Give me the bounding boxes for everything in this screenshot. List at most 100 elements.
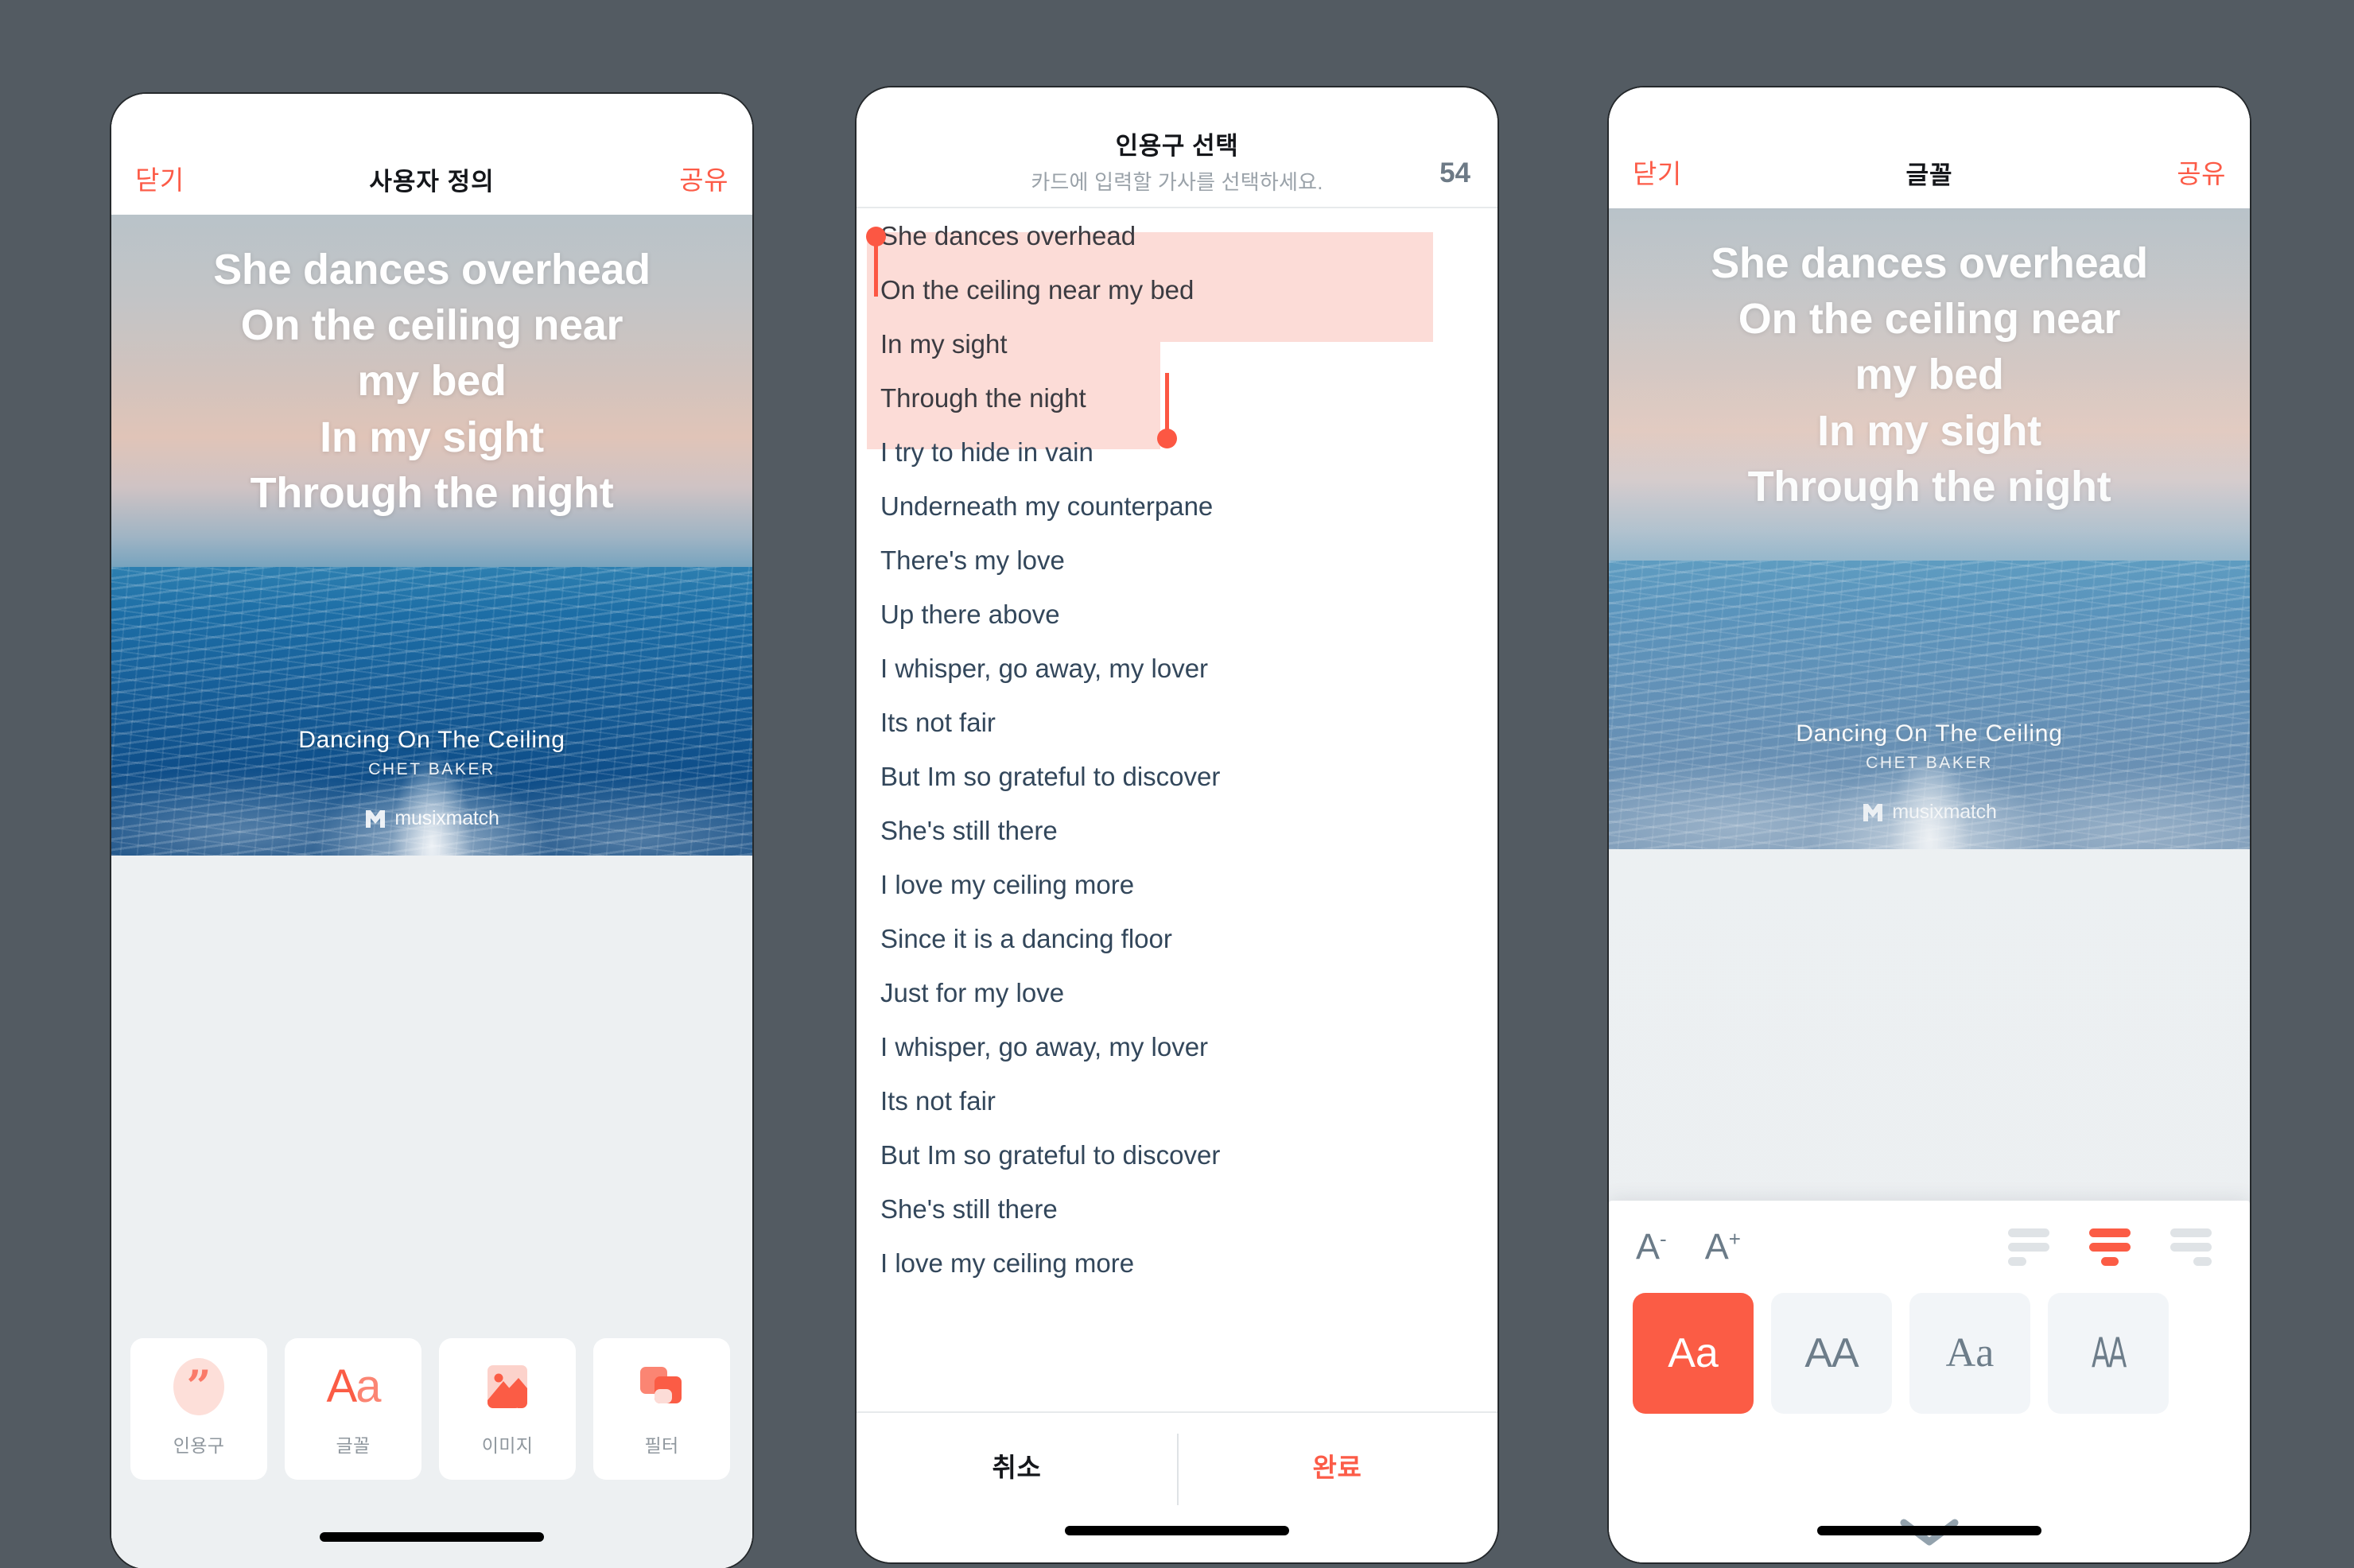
musixmatch-wordmark: musixmatch <box>394 807 499 829</box>
tool-label: 이미지 <box>481 1435 534 1456</box>
tool-label: 인용구 <box>173 1435 225 1456</box>
screen-font: 닫기 글꼴 공유 She dances overhead On the ceil… <box>1609 87 2250 1562</box>
tool-card-quote[interactable]: ” 인용구 <box>130 1338 267 1480</box>
font-tools-row: A- A+ <box>1609 1201 2250 1293</box>
screen-customize: 닫기 사용자 정의 공유 She dances overhead On the … <box>111 94 752 1568</box>
decrease-font-size-button[interactable]: A- <box>1636 1226 1667 1267</box>
card-lyric-line: She dances overhead <box>213 246 651 293</box>
phone-mock-customize: 닫기 사용자 정의 공유 She dances overhead On the … <box>111 94 752 1568</box>
lyric-list-item[interactable]: She's still there <box>857 817 1497 844</box>
cancel-button[interactable]: 취소 <box>857 1446 1177 1485</box>
lyric-list-item[interactable]: She dances overhead <box>857 223 1497 250</box>
image-icon <box>483 1360 532 1413</box>
collapse-sheet-button[interactable] <box>1609 1516 2250 1562</box>
phone-mock-font-sheet: 닫기 글꼴 공유 She dances overhead On the ceil… <box>1609 87 2250 1562</box>
tool-tray: ” 인용구 Aa 글꼴 <box>111 856 752 1568</box>
lyric-card-preview[interactable]: She dances overhead On the ceiling near … <box>1609 208 2250 849</box>
share-button[interactable]: 공유 <box>2177 153 2226 191</box>
card-lyric-line: On the ceiling near <box>1738 295 2121 343</box>
card-song-meta: Dancing On The Ceiling CHET BAKER <box>1609 720 2250 773</box>
lyric-selection-list[interactable]: She dances overhead On the ceiling near … <box>857 208 1497 1411</box>
song-title: Dancing On The Ceiling <box>298 727 565 753</box>
card-lyric-line: my bed <box>1855 351 2004 399</box>
page-title: 사용자 정의 <box>369 168 495 196</box>
navbar-font: 닫기 글꼴 공유 <box>1609 87 2250 208</box>
musixmatch-logo-icon <box>366 809 386 828</box>
home-indicator <box>320 1532 544 1542</box>
musixmatch-branding: musixmatch <box>111 807 752 830</box>
quote-icon: ” <box>173 1358 224 1415</box>
tool-card-image[interactable]: 이미지 <box>439 1338 576 1480</box>
filter-icon <box>637 1360 686 1413</box>
lyric-list-item[interactable]: But Im so grateful to discover <box>857 763 1497 790</box>
tool-card-font[interactable]: Aa 글꼴 <box>285 1338 421 1480</box>
font-settings-sheet: A- A+ Aa AA Aa AA <box>1609 1201 2250 1562</box>
footer-divider <box>1177 1434 1179 1505</box>
font-chip-sans-caps[interactable]: AA <box>1771 1293 1892 1414</box>
done-button[interactable]: 완료 <box>1177 1446 1497 1485</box>
lyric-list-item[interactable]: Its not fair <box>857 1088 1497 1115</box>
lyric-list-item[interactable]: She's still there <box>857 1196 1497 1223</box>
tool-card-filter[interactable]: 필터 <box>593 1338 730 1480</box>
tool-label: 필터 <box>644 1435 679 1456</box>
artist-name: CHET BAKER <box>1866 754 1993 772</box>
lyric-list-item[interactable]: Underneath my counterpane <box>857 493 1497 520</box>
font-chip-condensed[interactable]: AA <box>2048 1293 2169 1414</box>
lyric-card-preview[interactable]: She dances overhead On the ceiling near … <box>111 215 752 856</box>
lyric-list-item[interactable]: I try to hide in vain <box>857 439 1497 466</box>
share-button[interactable]: 공유 <box>679 159 728 197</box>
lyric-list-item[interactable]: Since it is a dancing floor <box>857 926 1497 953</box>
screenshot-stage: 닫기 사용자 정의 공유 She dances overhead On the … <box>0 0 2354 1568</box>
card-lyric-line: On the ceiling near <box>240 301 623 350</box>
align-center-icon[interactable] <box>2089 1228 2131 1266</box>
quote-picker-header: 인용구 선택 카드에 입력할 가사를 선택하세요. 54 <box>857 87 1497 208</box>
musixmatch-branding: musixmatch <box>1609 801 2250 824</box>
lyric-list-item[interactable]: I love my ceiling more <box>857 871 1497 898</box>
card-lyric-line: In my sight <box>320 413 544 461</box>
lyric-list-item[interactable]: In my sight <box>857 331 1497 358</box>
page-title: 인용구 선택 <box>1115 132 1239 160</box>
card-song-meta: Dancing On The Ceiling CHET BAKER <box>111 727 752 779</box>
font-aa-icon: Aa <box>326 1360 382 1412</box>
navbar-customize: 닫기 사용자 정의 공유 <box>111 94 752 215</box>
card-lyric-line: my bed <box>357 357 507 406</box>
page-subtitle: 카드에 입력할 가사를 선택하세요. <box>1031 170 1323 194</box>
lyric-list-item[interactable]: Its not fair <box>857 709 1497 736</box>
close-button[interactable]: 닫기 <box>135 159 185 197</box>
musixmatch-logo-icon <box>1863 803 1883 821</box>
tool-card-row[interactable]: ” 인용구 Aa 글꼴 <box>111 1338 752 1480</box>
tool-label: 글꼴 <box>336 1435 371 1456</box>
align-left-icon[interactable] <box>2008 1228 2049 1266</box>
text-alignment-group <box>2008 1228 2223 1266</box>
align-right-icon[interactable] <box>2170 1228 2212 1266</box>
song-title: Dancing On The Ceiling <box>1796 720 2063 747</box>
lyric-list-item[interactable]: I whisper, go away, my lover <box>857 1034 1497 1061</box>
font-chip-sans-selected[interactable]: Aa <box>1633 1293 1754 1414</box>
font-chip-row[interactable]: Aa AA Aa AA <box>1609 1293 2250 1414</box>
lyric-list-item[interactable]: Through the night <box>857 385 1497 412</box>
card-lyric-line: She dances overhead <box>1711 239 2148 287</box>
home-indicator <box>1817 1526 2041 1535</box>
musixmatch-wordmark: musixmatch <box>1892 801 1997 823</box>
quote-picker-footer: 취소 완료 <box>857 1411 1497 1562</box>
card-lyric-line: Through the night <box>250 468 614 517</box>
artist-name: CHET BAKER <box>368 760 495 778</box>
card-lyrics-text: She dances overhead On the ceiling near … <box>1609 235 2250 514</box>
font-chip-serif[interactable]: Aa <box>1909 1293 2030 1414</box>
lyric-list-item[interactable]: But Im so grateful to discover <box>857 1142 1497 1169</box>
character-count-badge: 54 <box>1439 157 1470 188</box>
page-title: 글꼴 <box>1905 161 1953 189</box>
phone-mock-quote-picker: 인용구 선택 카드에 입력할 가사를 선택하세요. 54 She dances … <box>857 87 1497 1562</box>
lyric-list-item[interactable]: I love my ceiling more <box>857 1250 1497 1277</box>
close-button[interactable]: 닫기 <box>1633 153 1682 191</box>
quote-picker-heading: 인용구 선택 카드에 입력할 가사를 선택하세요. <box>1031 126 1323 196</box>
card-lyric-line: In my sight <box>1817 406 2041 455</box>
lyric-list-item[interactable]: I whisper, go away, my lover <box>857 655 1497 682</box>
lyric-list-item[interactable]: There's my love <box>857 547 1497 574</box>
screen-quote-picker: 인용구 선택 카드에 입력할 가사를 선택하세요. 54 She dances … <box>857 87 1497 1562</box>
lyric-list-item[interactable]: Just for my love <box>857 980 1497 1007</box>
card-lyrics-text: She dances overhead On the ceiling near … <box>111 242 752 521</box>
lyric-list-item[interactable]: On the ceiling near my bed <box>857 277 1497 304</box>
increase-font-size-button[interactable]: A+ <box>1705 1226 1741 1267</box>
lyric-list-item[interactable]: Up there above <box>857 601 1497 628</box>
